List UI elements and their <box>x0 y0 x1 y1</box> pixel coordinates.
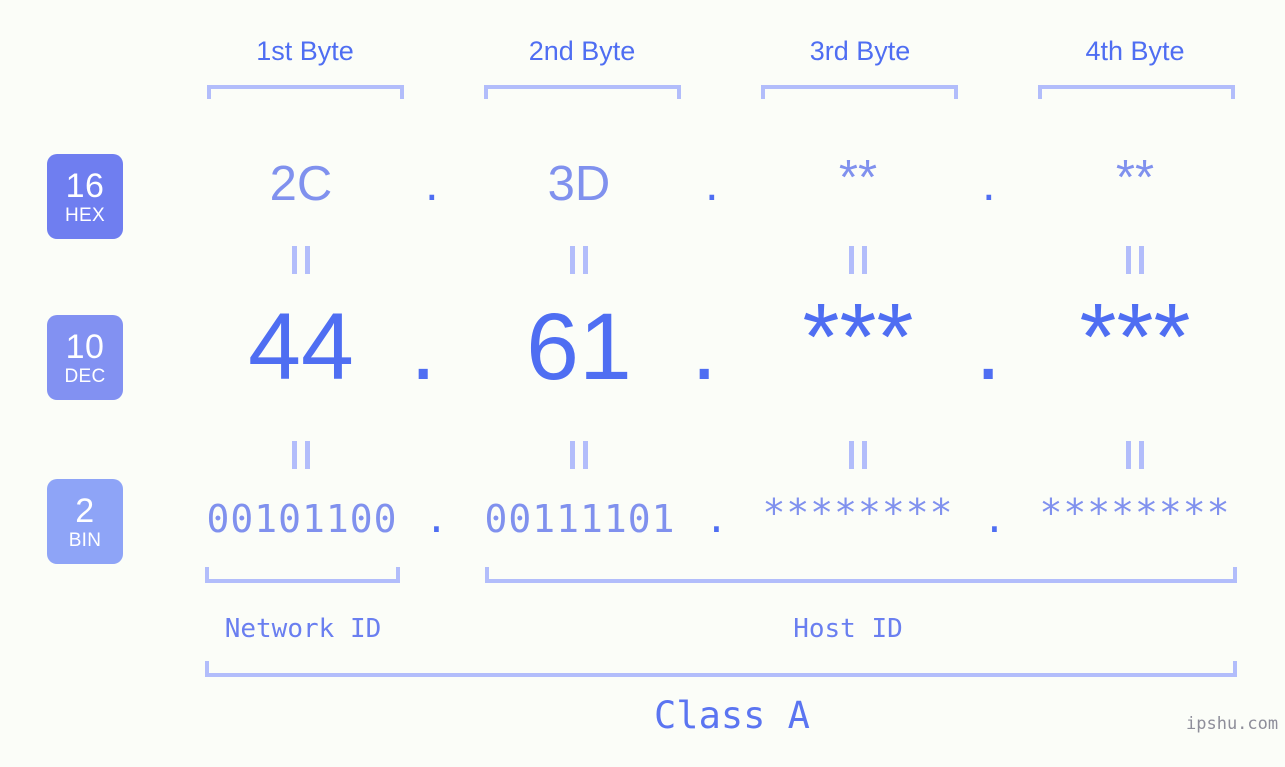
network-id-bracket <box>205 567 400 583</box>
byte-header-4: 4th Byte <box>1085 36 1185 66</box>
equivalence-icon-hex-dec-1 <box>292 246 310 274</box>
equivalence-icon-dec-bin-2 <box>570 441 588 469</box>
equivalence-icon-hex-dec-4 <box>1126 246 1144 274</box>
dec-byte-2: 61 <box>526 294 632 400</box>
bin-byte-1: 00101100 <box>206 497 398 541</box>
equivalence-icon-dec-bin-4 <box>1126 441 1144 469</box>
byte-header-2: 2nd Byte <box>528 36 636 66</box>
bin-byte-3: ******** <box>762 491 954 535</box>
bin-separator-3: . <box>983 497 1006 541</box>
hex-byte-3: ** <box>838 151 878 205</box>
byte-bracket-1 <box>207 85 404 99</box>
base-badge-hex-name: HEX <box>65 204 105 226</box>
dec-separator-3: . <box>975 294 1002 400</box>
equivalence-icon-hex-dec-2 <box>570 246 588 274</box>
base-badge-hex: 16 HEX <box>47 154 123 239</box>
hex-byte-4: ** <box>1115 151 1155 205</box>
watermark: ipshu.com <box>1186 714 1279 734</box>
hex-byte-2: 3D <box>547 157 611 211</box>
base-badge-dec-name: DEC <box>64 365 106 387</box>
base-badge-bin-number: 2 <box>75 491 95 530</box>
hex-separator-2: . <box>705 157 719 211</box>
hex-separator-1: . <box>425 157 439 211</box>
base-badge-dec: 10 DEC <box>47 315 123 400</box>
base-badge-dec-number: 10 <box>65 327 105 366</box>
equivalence-icon-dec-bin-1 <box>292 441 310 469</box>
base-badge-hex-number: 16 <box>65 166 105 205</box>
class-label: Class A <box>654 694 810 737</box>
byte-bracket-3 <box>761 85 958 99</box>
dec-byte-4: *** <box>1079 284 1191 390</box>
hex-separator-3: . <box>982 157 996 211</box>
host-id-label: Host ID <box>793 614 903 644</box>
base-badge-bin: 2 BIN <box>47 479 123 564</box>
bin-separator-1: . <box>425 497 448 541</box>
byte-bracket-2 <box>484 85 681 99</box>
class-bracket <box>205 661 1237 677</box>
equivalence-icon-hex-dec-3 <box>849 246 867 274</box>
dec-byte-1: 44 <box>248 294 354 400</box>
bin-byte-4: ******** <box>1039 491 1231 535</box>
equivalence-icon-dec-bin-3 <box>849 441 867 469</box>
byte-header-1: 1st Byte <box>256 36 354 66</box>
host-id-bracket <box>485 567 1237 583</box>
network-id-label: Network ID <box>224 614 382 644</box>
dec-separator-1: . <box>410 294 437 400</box>
bin-separator-2: . <box>705 497 728 541</box>
byte-bracket-4 <box>1038 85 1235 99</box>
dec-byte-3: *** <box>802 284 914 390</box>
bin-byte-2: 00111101 <box>484 497 676 541</box>
base-badge-bin-name: BIN <box>68 529 102 551</box>
hex-byte-1: 2C <box>269 157 333 211</box>
byte-header-3: 3rd Byte <box>809 36 911 66</box>
dec-separator-2: . <box>691 294 718 400</box>
